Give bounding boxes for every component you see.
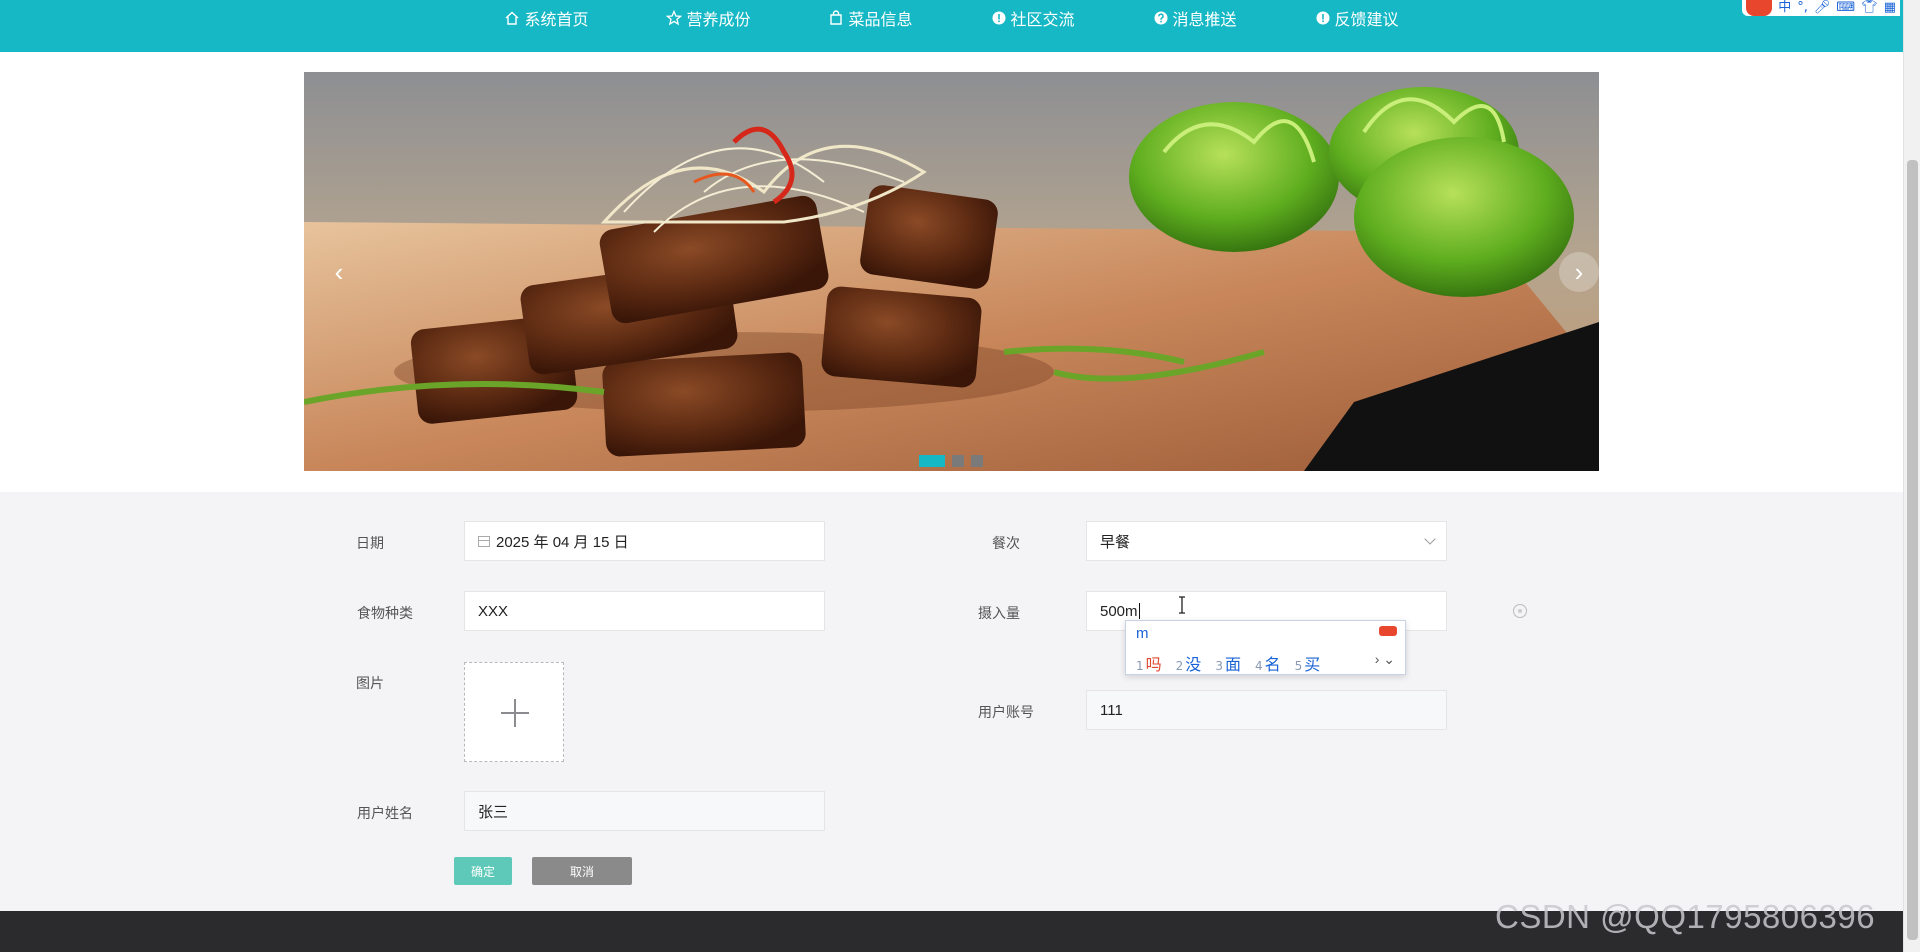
clear-icon[interactable] bbox=[1513, 604, 1527, 618]
food-type-label: 食物种类 bbox=[357, 605, 413, 621]
ime-page-next-button[interactable]: › ⌄ bbox=[1375, 651, 1395, 668]
date-value: 2025 年 04 月 15 日 bbox=[496, 533, 629, 551]
star-icon bbox=[666, 10, 683, 26]
carousel-dot-1[interactable] bbox=[919, 455, 945, 467]
apps-grid-icon[interactable]: ▦ bbox=[1884, 0, 1896, 16]
nav-item-label: 菜品信息 bbox=[848, 12, 913, 29]
info-icon bbox=[991, 10, 1007, 26]
ime-candidate[interactable]: 3面 bbox=[1215, 651, 1241, 675]
account-label: 用户账号 bbox=[978, 704, 1034, 720]
ime-candidate[interactable]: 4名 bbox=[1255, 651, 1281, 675]
calendar-icon bbox=[478, 535, 490, 547]
account-input[interactable]: 111 bbox=[1086, 690, 1447, 730]
ime-lang-indicator[interactable]: 中 bbox=[1778, 0, 1791, 16]
carousel-dot-2[interactable] bbox=[952, 455, 964, 467]
nav-item-label: 消息推送 bbox=[1172, 12, 1237, 29]
cancel-button[interactable]: 取消 bbox=[532, 857, 632, 885]
confirm-button[interactable]: 确定 bbox=[454, 857, 512, 885]
punctuation-icon[interactable]: °, bbox=[1797, 0, 1808, 16]
ime-candidate[interactable]: 2没 bbox=[1176, 651, 1202, 675]
nav-item-dishes[interactable]: 菜品信息 bbox=[828, 0, 913, 36]
nav-item-label: 系统首页 bbox=[524, 12, 589, 29]
image-upload-button[interactable] bbox=[464, 662, 564, 762]
text-caret bbox=[1138, 603, 1140, 619]
nav-item-label: 反馈建议 bbox=[1334, 12, 1399, 29]
chevron-down-icon bbox=[1424, 533, 1436, 545]
image-carousel: ‹ › bbox=[304, 72, 1599, 471]
ime-skin-icon[interactable] bbox=[1379, 626, 1397, 636]
page-scrollbar[interactable] bbox=[1903, 0, 1920, 952]
microphone-icon[interactable]: 🎤︎ bbox=[1814, 0, 1831, 16]
watermark: CSDN @QQ1795806396 bbox=[1495, 898, 1876, 935]
skin-icon[interactable]: 👕︎ bbox=[1861, 0, 1878, 16]
carousel-slide-image bbox=[304, 72, 1599, 471]
meal-label: 餐次 bbox=[992, 535, 1020, 551]
nav-item-messages[interactable]: 消息推送 bbox=[1153, 0, 1237, 36]
carousel-next-button[interactable]: › bbox=[1559, 252, 1599, 292]
ime-logo-icon bbox=[1746, 0, 1773, 16]
nav-item-label: 社区交流 bbox=[1010, 12, 1075, 29]
top-nav: 系统首页 营养成份 菜品信息 社区交流 消息推送 反馈建议 bbox=[0, 0, 1903, 52]
name-label: 用户姓名 bbox=[357, 805, 413, 821]
food-type-value: XXX bbox=[478, 602, 509, 620]
carousel-dot-3[interactable] bbox=[971, 455, 983, 467]
carousel-indicators bbox=[919, 455, 983, 467]
mouse-ibeam-cursor bbox=[1179, 596, 1185, 614]
nav-item-feedback[interactable]: 反馈建议 bbox=[1315, 0, 1399, 36]
ime-composition: m bbox=[1136, 625, 1149, 642]
bag-icon bbox=[828, 10, 844, 26]
home-icon bbox=[504, 10, 520, 26]
account-value: 111 bbox=[1100, 701, 1123, 719]
info-icon bbox=[1315, 10, 1331, 26]
nav-item-community[interactable]: 社区交流 bbox=[991, 0, 1075, 36]
ime-candidate[interactable]: 1吗 bbox=[1136, 651, 1162, 675]
nav-item-label: 营养成份 bbox=[686, 12, 751, 29]
name-input[interactable]: 张三 bbox=[464, 791, 825, 831]
food-type-input[interactable]: XXX bbox=[464, 591, 825, 631]
nav-item-home[interactable]: 系统首页 bbox=[504, 0, 588, 36]
date-label: 日期 bbox=[356, 535, 384, 551]
keyboard-icon[interactable]: ⌨ bbox=[1836, 0, 1855, 16]
ime-candidate-list: 1吗 2没 3面 4名 5买 bbox=[1136, 651, 1320, 675]
intake-value: 500m bbox=[1100, 602, 1138, 620]
carousel-prev-button[interactable]: ‹ bbox=[319, 252, 359, 292]
name-value: 张三 bbox=[478, 803, 509, 821]
image-label: 图片 bbox=[356, 675, 384, 691]
meal-value: 早餐 bbox=[1100, 533, 1131, 551]
date-picker[interactable]: 2025 年 04 月 15 日 bbox=[464, 521, 825, 561]
intake-label: 摄入量 bbox=[978, 605, 1020, 621]
question-icon bbox=[1153, 10, 1169, 26]
ime-candidate[interactable]: 5买 bbox=[1295, 651, 1321, 675]
ime-toolbar[interactable]: 中 °, 🎤︎ ⌨ 👕︎ ▦ bbox=[1742, 0, 1900, 16]
nav-item-nutrition[interactable]: 营养成份 bbox=[666, 0, 750, 36]
meal-select[interactable]: 早餐 bbox=[1086, 521, 1447, 561]
ime-candidate-popup: m 1吗 2没 3面 4名 5买 › ⌄ bbox=[1125, 620, 1406, 675]
nav-list: 系统首页 营养成份 菜品信息 社区交流 消息推送 反馈建议 bbox=[0, 0, 1903, 36]
scrollbar-thumb[interactable] bbox=[1907, 160, 1918, 940]
